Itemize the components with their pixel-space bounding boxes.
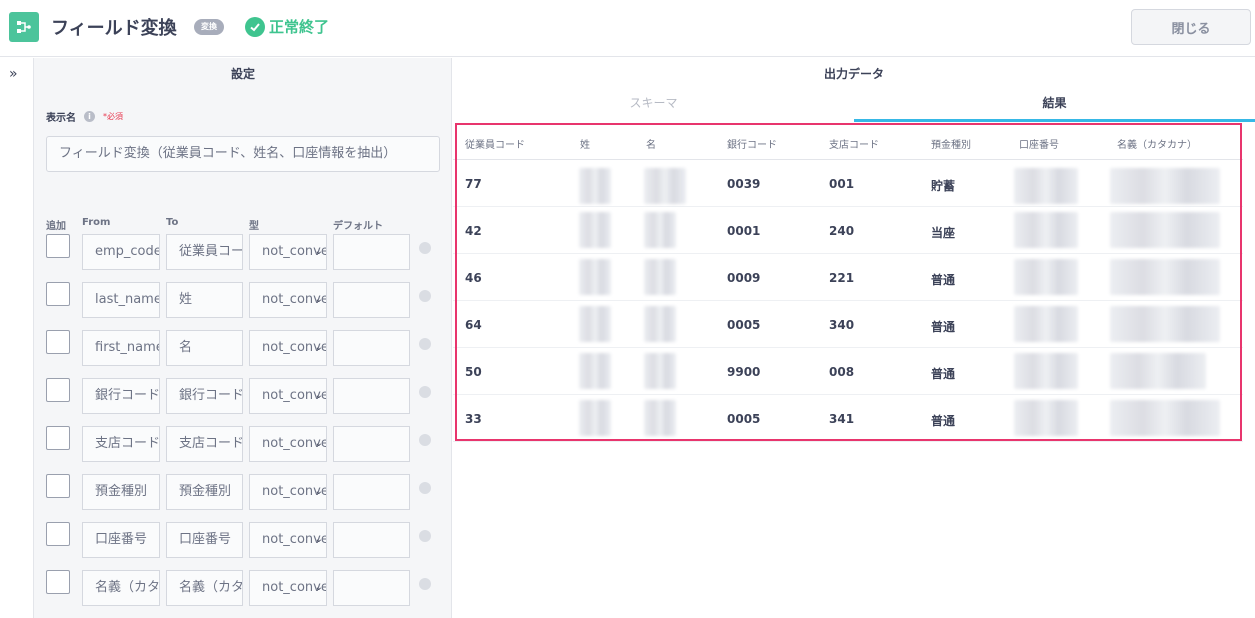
from-field[interactable]: 銀行コード	[82, 378, 160, 414]
type-badge: 変換	[194, 19, 224, 35]
highlight-frame	[455, 123, 1242, 441]
chevron-down-icon: ⌄	[314, 342, 323, 353]
transform-icon	[9, 12, 39, 42]
chevron-down-icon: ⌄	[314, 390, 323, 401]
chevron-down-icon: ⌄	[314, 582, 323, 593]
check-circle-icon	[245, 16, 265, 37]
type-select[interactable]: not_convert⌄	[249, 378, 327, 414]
chevron-down-icon: ⌄	[314, 246, 323, 257]
row-divider	[453, 441, 1243, 442]
remove-row-icon[interactable]	[419, 290, 431, 302]
default-field[interactable]	[333, 426, 410, 462]
output-title: 出力データ	[823, 67, 884, 81]
type-select[interactable]: not_convert⌄	[249, 522, 327, 558]
add-checkbox[interactable]	[46, 378, 70, 402]
column-header-default: デフォルト	[333, 221, 383, 232]
mapping-row: 銀行コード 銀行コード not_convert⌄	[46, 378, 446, 414]
add-checkbox[interactable]	[46, 522, 70, 546]
type-select[interactable]: not_convert⌄	[249, 330, 327, 366]
display-name-label: 表示名 i *必須	[46, 109, 123, 124]
double-chevron-right-icon[interactable]: »	[9, 66, 18, 82]
page-title: フィールド変換	[51, 18, 177, 39]
settings-title: 設定	[230, 67, 255, 81]
type-select[interactable]: not_convert⌄	[249, 570, 327, 606]
status-text: 正常終了	[269, 18, 330, 36]
remove-row-icon[interactable]	[419, 386, 431, 398]
type-select[interactable]: not_convert⌄	[249, 474, 327, 510]
sidebar-collapse-strip: »	[0, 58, 34, 618]
tab-schema[interactable]: スキーマ	[453, 91, 854, 122]
required-marker: *必須	[103, 112, 123, 121]
to-field[interactable]: 名	[166, 330, 243, 366]
status-indicator: 正常終了	[245, 16, 329, 37]
from-field[interactable]: last_name	[82, 282, 160, 318]
info-icon[interactable]: i	[84, 111, 95, 122]
output-panel: 出力データ スキーマ 結果 従業員コード 姓 名 銀行コード 支店コード 預金種…	[453, 58, 1255, 618]
add-checkbox[interactable]	[46, 330, 70, 354]
mapping-row: 名義（カタカナ） 名義（カタカナ） not_convert⌄	[46, 570, 446, 606]
to-field[interactable]: 銀行コード	[166, 378, 243, 414]
add-checkbox[interactable]	[46, 234, 70, 258]
type-select[interactable]: not_convert⌄	[249, 282, 327, 318]
add-checkbox[interactable]	[46, 426, 70, 450]
mapping-row: 口座番号 口座番号 not_convert⌄	[46, 522, 446, 558]
default-field[interactable]	[333, 330, 410, 366]
type-select[interactable]: not_convert⌄	[249, 426, 327, 462]
mapping-row: 預金種別 預金種別 not_convert⌄	[46, 474, 446, 510]
display-name-label-text: 表示名	[46, 113, 76, 124]
column-header-to: To	[166, 217, 179, 228]
add-checkbox[interactable]	[46, 282, 70, 306]
to-field[interactable]: 名義（カタカナ）	[166, 570, 243, 606]
column-header-from: From	[82, 217, 111, 228]
to-field[interactable]: 預金種別	[166, 474, 243, 510]
remove-row-icon[interactable]	[419, 482, 431, 494]
chevron-down-icon: ⌄	[314, 486, 323, 497]
to-field[interactable]: 口座番号	[166, 522, 243, 558]
default-field[interactable]	[333, 474, 410, 510]
from-field[interactable]: 名義（カタカナ）	[82, 570, 160, 606]
from-field[interactable]: first_name	[82, 330, 160, 366]
remove-row-icon[interactable]	[419, 434, 431, 446]
add-checkbox[interactable]	[46, 570, 70, 594]
to-field[interactable]: 従業員コード	[166, 234, 243, 270]
mapping-row: first_name 名 not_convert⌄	[46, 330, 446, 366]
from-field[interactable]: 口座番号	[82, 522, 160, 558]
settings-panel: 設定 表示名 i *必須 フィールド変換（従業員コード、姓名、口座情報を抽出） …	[34, 58, 452, 618]
from-field[interactable]: 預金種別	[82, 474, 160, 510]
default-field[interactable]	[333, 570, 410, 606]
mapping-row: 支店コード 支店コード not_convert⌄	[46, 426, 446, 462]
column-header-type: 型	[249, 221, 259, 232]
display-name-input[interactable]: フィールド変換（従業員コード、姓名、口座情報を抽出）	[46, 136, 440, 172]
default-field[interactable]	[333, 282, 410, 318]
chevron-down-icon: ⌄	[314, 438, 323, 449]
remove-row-icon[interactable]	[419, 578, 431, 590]
from-field[interactable]: 支店コード	[82, 426, 160, 462]
chevron-down-icon: ⌄	[314, 534, 323, 545]
remove-row-icon[interactable]	[419, 530, 431, 542]
close-button[interactable]: 閉じる	[1131, 9, 1251, 45]
remove-row-icon[interactable]	[419, 338, 431, 350]
tab-result[interactable]: 結果	[854, 91, 1255, 122]
default-field[interactable]	[333, 522, 410, 558]
column-header-add: 追加	[46, 221, 66, 232]
chevron-down-icon: ⌄	[314, 294, 323, 305]
mapping-row: emp_code 従業員コード not_convert⌄	[46, 234, 446, 270]
add-checkbox[interactable]	[46, 474, 70, 498]
default-field[interactable]	[333, 234, 410, 270]
mapping-row: last_name 姓 not_convert⌄	[46, 282, 446, 318]
default-field[interactable]	[333, 378, 410, 414]
to-field[interactable]: 支店コード	[166, 426, 243, 462]
to-field[interactable]: 姓	[166, 282, 243, 318]
type-select[interactable]: not_convert⌄	[249, 234, 327, 270]
remove-row-icon[interactable]	[419, 242, 431, 254]
from-field[interactable]: emp_code	[82, 234, 160, 270]
top-header: フィールド変換 変換 正常終了 閉じる	[0, 0, 1255, 57]
